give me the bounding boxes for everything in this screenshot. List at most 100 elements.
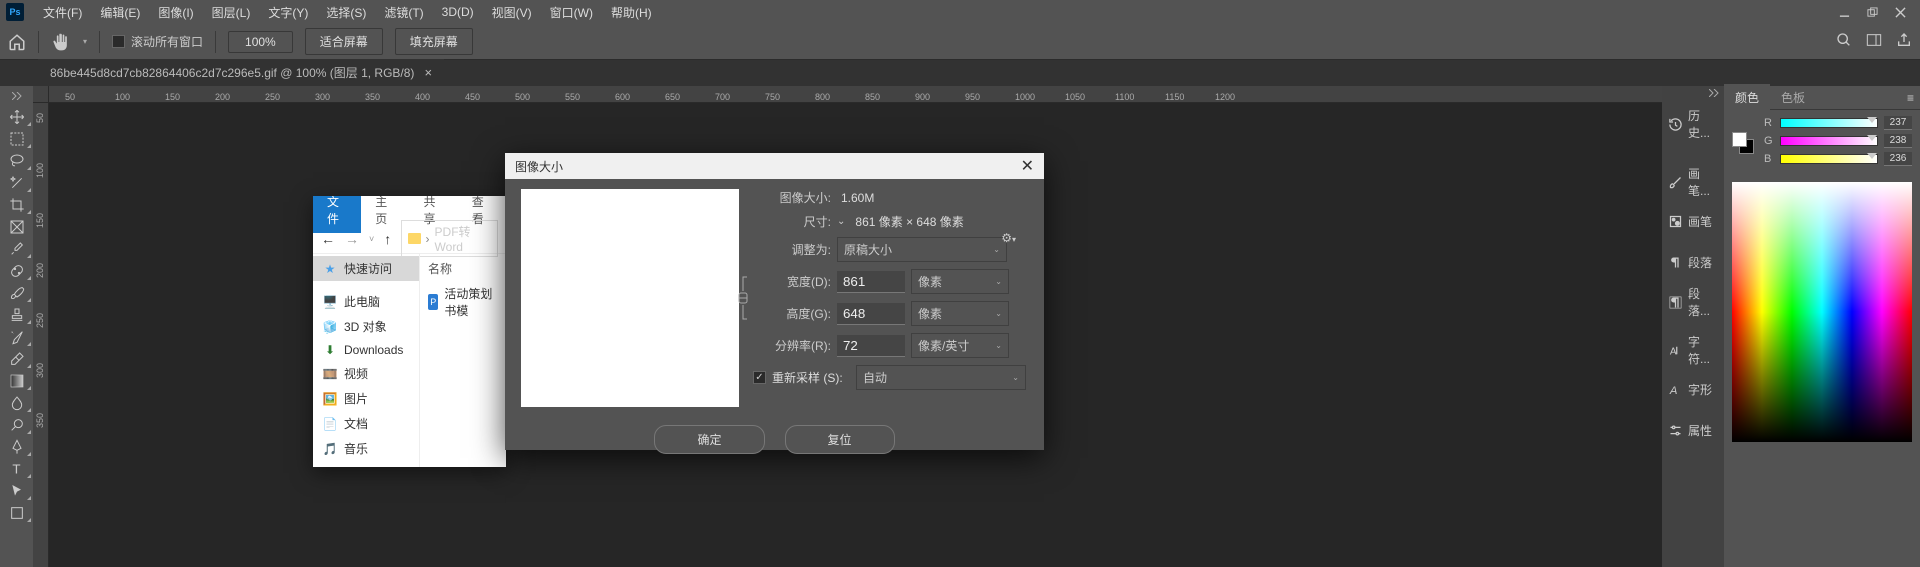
healing-tool[interactable] xyxy=(0,260,33,282)
r-value[interactable]: 237 xyxy=(1884,116,1912,130)
r-slider[interactable] xyxy=(1780,118,1878,128)
brush-tool[interactable] xyxy=(0,282,33,304)
panel-brush-settings[interactable]: 画笔... xyxy=(1662,158,1724,206)
dodge-tool[interactable] xyxy=(0,414,33,436)
lasso-tool[interactable] xyxy=(0,150,33,172)
panel-brushes[interactable]: 画笔 xyxy=(1662,206,1724,237)
panel-paragraph-styles[interactable]: 段落... xyxy=(1662,278,1724,326)
frame-tool[interactable] xyxy=(0,216,33,238)
address-bar[interactable]: ›PDF转Word xyxy=(401,220,498,257)
dialog-close-icon[interactable]: ✕ xyxy=(1021,156,1034,176)
sidebar-3d-objects[interactable]: 🧊3D 对象 xyxy=(313,314,419,339)
menu-layer[interactable]: 图层(L) xyxy=(203,0,260,25)
path-select-tool[interactable] xyxy=(0,480,33,502)
link-icon[interactable] xyxy=(737,275,751,321)
home-icon[interactable] xyxy=(8,33,26,51)
type-tool[interactable]: T xyxy=(0,458,33,480)
toolbox-collapse-icon[interactable] xyxy=(0,90,33,102)
nav-forward-icon[interactable]: → xyxy=(345,231,359,247)
menu-type[interactable]: 文字(Y) xyxy=(259,0,317,25)
share-icon[interactable] xyxy=(1896,32,1912,51)
ok-button[interactable]: 确定 xyxy=(654,425,764,454)
sidebar-desktop[interactable]: ▬桌面 xyxy=(313,461,419,467)
gradient-tool[interactable] xyxy=(0,370,33,392)
color-spectrum[interactable] xyxy=(1732,182,1912,442)
gear-icon[interactable]: ⚙▾ xyxy=(1001,231,1016,245)
dim-unit-toggle[interactable]: ⌄ xyxy=(837,216,845,227)
height-input[interactable] xyxy=(837,303,905,325)
tab-swatches[interactable]: 色板 xyxy=(1770,84,1816,111)
width-unit-select[interactable]: 像素⌄ xyxy=(911,269,1009,294)
fg-bg-swatches[interactable] xyxy=(1732,132,1754,154)
sidebar-quick-access[interactable]: ★快速访问 xyxy=(313,256,419,281)
g-slider[interactable] xyxy=(1780,136,1878,146)
nav-back-icon[interactable]: ← xyxy=(321,231,335,247)
ruler-origin[interactable] xyxy=(33,86,49,103)
res-input[interactable] xyxy=(837,335,905,357)
window-minimize[interactable] xyxy=(1830,2,1858,22)
menu-select[interactable]: 选择(S) xyxy=(317,0,375,25)
menu-edit[interactable]: 编辑(E) xyxy=(91,0,149,25)
panel-history[interactable]: 历史... xyxy=(1662,100,1724,148)
window-maximize[interactable] xyxy=(1858,2,1886,22)
resample-checkbox[interactable]: ✓ xyxy=(753,371,766,384)
marquee-tool[interactable] xyxy=(0,128,33,150)
b-slider[interactable] xyxy=(1780,154,1878,164)
window-close[interactable] xyxy=(1886,2,1914,22)
menu-help[interactable]: 帮助(H) xyxy=(602,0,661,25)
history-brush-tool[interactable] xyxy=(0,326,33,348)
width-input[interactable] xyxy=(837,271,905,293)
b-value[interactable]: 236 xyxy=(1884,152,1912,166)
res-unit-select[interactable]: 像素/英寸⌄ xyxy=(911,333,1009,358)
sidebar-documents[interactable]: 📄文档 xyxy=(313,411,419,436)
reset-button[interactable]: 复位 xyxy=(785,425,895,454)
ruler-horizontal[interactable]: 5010015020025030035040045050055060065070… xyxy=(49,86,1662,103)
adjust-select[interactable]: 原稿大小⌄ xyxy=(837,237,1007,262)
explorer-tab-file[interactable]: 文件 xyxy=(313,196,361,233)
nav-up-icon[interactable]: ↑ xyxy=(384,231,391,247)
panel-character[interactable]: A字符... xyxy=(1662,326,1724,374)
ruler-vertical[interactable]: 50100150200250300350 xyxy=(33,103,49,567)
panel-glyphs[interactable]: A字形 xyxy=(1662,374,1724,405)
expand-panels-icon[interactable] xyxy=(1662,89,1724,100)
eraser-tool[interactable] xyxy=(0,348,33,370)
fill-screen-button[interactable]: 填充屏幕 xyxy=(395,28,473,55)
menu-image[interactable]: 图像(I) xyxy=(149,0,202,25)
nav-recent-icon[interactable]: ˅ xyxy=(369,234,374,244)
document-tab[interactable]: 86be445d8cd7cb82864406c2d7c296e5.gif @ 1… xyxy=(38,59,444,86)
tab-color[interactable]: 颜色 xyxy=(1724,84,1770,111)
magic-wand-tool[interactable] xyxy=(0,172,33,194)
search-icon[interactable] xyxy=(1836,32,1852,51)
fit-screen-button[interactable]: 适合屏幕 xyxy=(305,28,383,55)
zoom-level[interactable]: 100% xyxy=(228,31,293,53)
sidebar-downloads[interactable]: ⬇Downloads xyxy=(313,339,419,361)
menu-file[interactable]: 文件(F) xyxy=(34,0,91,25)
menu-window[interactable]: 窗口(W) xyxy=(541,0,602,25)
foreground-color-swatch[interactable] xyxy=(1732,132,1747,147)
menu-view[interactable]: 视图(V) xyxy=(483,0,541,25)
workspace-icon[interactable] xyxy=(1866,32,1882,51)
column-header-name[interactable]: 名称 xyxy=(420,256,506,281)
g-value[interactable]: 238 xyxy=(1884,134,1912,148)
stamp-tool[interactable] xyxy=(0,304,33,326)
height-unit-select[interactable]: 像素⌄ xyxy=(911,301,1009,326)
menu-3d[interactable]: 3D(D) xyxy=(433,1,483,23)
close-tab-icon[interactable]: × xyxy=(424,65,432,80)
scroll-all-checkbox[interactable]: 滚动所有窗口 xyxy=(112,33,203,50)
move-tool[interactable] xyxy=(0,106,33,128)
panel-properties[interactable]: 属性 xyxy=(1662,415,1724,446)
panel-menu-icon[interactable]: ≡ xyxy=(1901,91,1920,105)
menu-filter[interactable]: 滤镜(T) xyxy=(375,0,432,25)
eyedropper-tool[interactable] xyxy=(0,238,33,260)
sidebar-videos[interactable]: 🎞️视频 xyxy=(313,361,419,386)
hand-tool-icon[interactable] xyxy=(51,32,71,52)
sidebar-this-pc[interactable]: 🖥️此电脑 xyxy=(313,289,419,314)
sidebar-pictures[interactable]: 🖼️图片 xyxy=(313,386,419,411)
panel-paragraph[interactable]: 段落 xyxy=(1662,247,1724,278)
resample-select[interactable]: 自动⌄ xyxy=(856,365,1026,390)
blur-tool[interactable] xyxy=(0,392,33,414)
pen-tool[interactable] xyxy=(0,436,33,458)
sidebar-music[interactable]: 🎵音乐 xyxy=(313,436,419,461)
shape-tool[interactable] xyxy=(0,502,33,524)
crop-tool[interactable] xyxy=(0,194,33,216)
